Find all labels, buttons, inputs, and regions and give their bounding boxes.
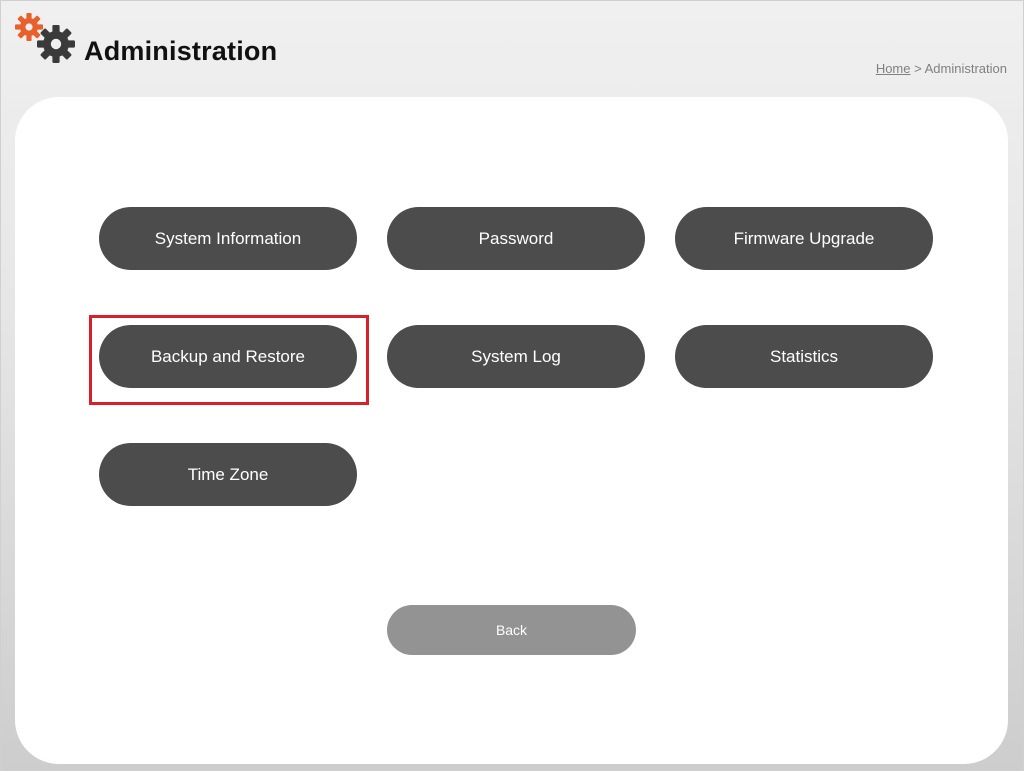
page-header: Administration Home > Administration (1, 1, 1023, 97)
breadcrumb-current: Administration (924, 61, 1007, 76)
firmware-upgrade-button[interactable]: Firmware Upgrade (675, 207, 933, 270)
breadcrumb-home-link[interactable]: Home (876, 61, 911, 76)
system-log-button[interactable]: System Log (387, 325, 645, 388)
gears-icon (15, 13, 75, 63)
time-zone-button[interactable]: Time Zone (99, 443, 357, 506)
password-button[interactable]: Password (387, 207, 645, 270)
system-information-button[interactable]: System Information (99, 207, 357, 270)
breadcrumb-separator: > (914, 61, 922, 76)
breadcrumb: Home > Administration (876, 61, 1007, 76)
back-button[interactable]: Back (387, 605, 636, 655)
content-panel (15, 97, 1008, 764)
statistics-button[interactable]: Statistics (675, 325, 933, 388)
page-title: Administration (84, 36, 278, 66)
backup-and-restore-button[interactable]: Backup and Restore (99, 325, 357, 388)
